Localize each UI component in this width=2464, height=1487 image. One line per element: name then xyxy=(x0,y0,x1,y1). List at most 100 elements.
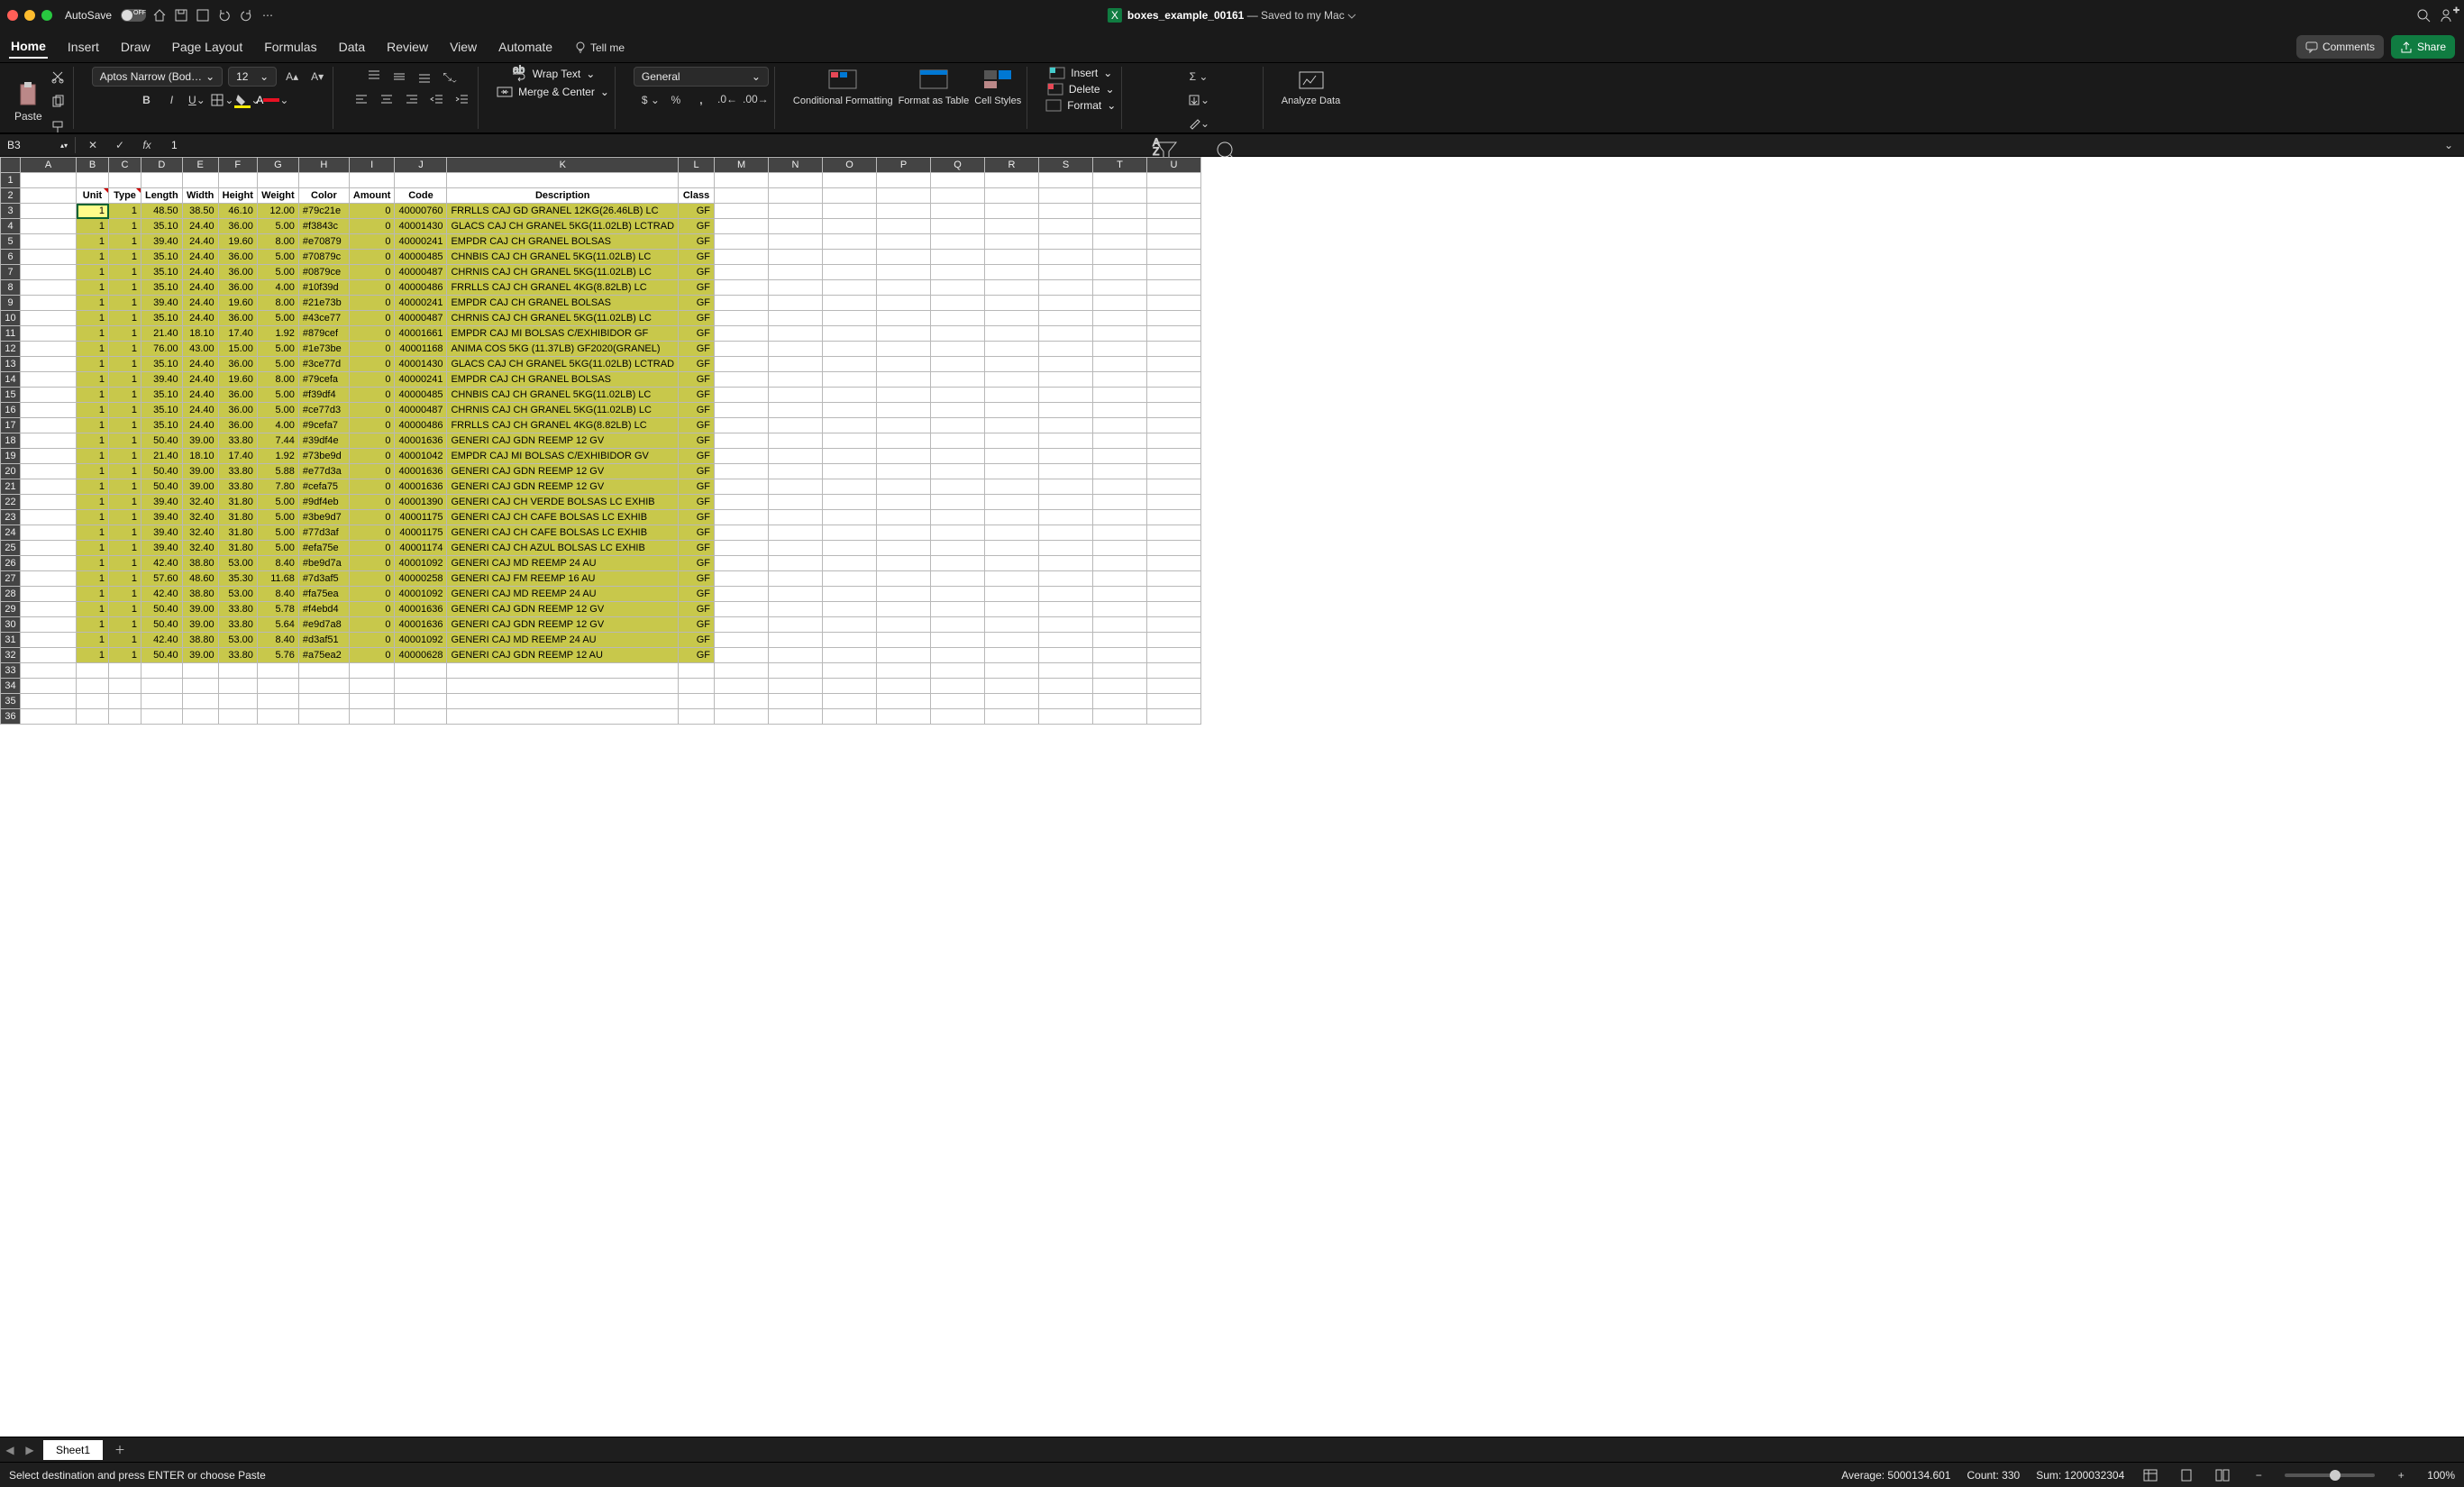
cell[interactable]: #10f39d xyxy=(298,280,349,296)
cell[interactable]: GF xyxy=(679,326,715,342)
cell[interactable]: 7.44 xyxy=(257,433,298,449)
cell[interactable] xyxy=(715,234,769,250)
cell[interactable] xyxy=(985,709,1039,725)
cell[interactable] xyxy=(715,173,769,188)
cell[interactable] xyxy=(1147,709,1201,725)
cell[interactable]: 8.00 xyxy=(257,234,298,250)
cell[interactable] xyxy=(1039,464,1093,479)
sheet-tab[interactable]: Sheet1 xyxy=(43,1440,103,1460)
percent-icon[interactable]: % xyxy=(666,90,686,110)
cell[interactable]: 15.00 xyxy=(218,342,257,357)
cell[interactable] xyxy=(823,694,877,709)
zoom-slider[interactable] xyxy=(2285,1473,2375,1477)
cell[interactable]: 1 xyxy=(77,388,109,403)
cell[interactable]: FRRLLS CAJ CH GRANEL 4KG(8.82LB) LC xyxy=(447,280,679,296)
cell[interactable]: 1 xyxy=(109,525,141,541)
cell[interactable]: 1 xyxy=(77,449,109,464)
cell[interactable]: 33.80 xyxy=(218,602,257,617)
cell[interactable]: 5.00 xyxy=(257,541,298,556)
cell[interactable] xyxy=(21,403,77,418)
cell[interactable] xyxy=(985,617,1039,633)
cell[interactable] xyxy=(769,311,823,326)
cell[interactable] xyxy=(877,219,931,234)
cell[interactable] xyxy=(823,633,877,648)
cell[interactable] xyxy=(1039,372,1093,388)
more-icon[interactable]: ⋯ xyxy=(260,7,276,23)
row-header[interactable]: 5 xyxy=(1,234,21,250)
cell[interactable] xyxy=(1093,479,1147,495)
fullscreen-icon[interactable] xyxy=(41,10,52,21)
cell[interactable] xyxy=(1093,694,1147,709)
cell[interactable] xyxy=(1039,571,1093,587)
cell[interactable] xyxy=(21,602,77,617)
cell[interactable] xyxy=(1147,188,1201,204)
cell[interactable] xyxy=(823,433,877,449)
cell[interactable] xyxy=(769,587,823,602)
cell[interactable] xyxy=(1039,525,1093,541)
cell[interactable] xyxy=(1147,663,1201,679)
cell[interactable]: 8.40 xyxy=(257,556,298,571)
cell[interactable]: 40001430 xyxy=(395,357,447,372)
row-header[interactable]: 18 xyxy=(1,433,21,449)
cell[interactable] xyxy=(931,326,985,342)
cell[interactable] xyxy=(141,694,183,709)
cell[interactable] xyxy=(985,326,1039,342)
cell[interactable]: 1 xyxy=(109,464,141,479)
increase-font-icon[interactable]: A▴ xyxy=(282,67,302,87)
cell[interactable]: 0 xyxy=(349,433,395,449)
row-header[interactable]: 8 xyxy=(1,280,21,296)
cell[interactable] xyxy=(823,679,877,694)
cell[interactable] xyxy=(21,219,77,234)
cell[interactable] xyxy=(349,173,395,188)
cell[interactable]: EMPDR CAJ MI BOLSAS C/EXHIBIDOR GF xyxy=(447,326,679,342)
cell[interactable] xyxy=(1093,234,1147,250)
cell[interactable] xyxy=(823,648,877,663)
cell[interactable]: 40000241 xyxy=(395,296,447,311)
cell[interactable]: 0 xyxy=(349,633,395,648)
decrease-indent-icon[interactable] xyxy=(427,90,447,110)
cell[interactable] xyxy=(931,633,985,648)
cell[interactable]: 0 xyxy=(349,648,395,663)
cell[interactable] xyxy=(1147,357,1201,372)
cell[interactable]: #21e73b xyxy=(298,296,349,311)
cell[interactable]: GENERI CAJ CH CAFE BOLSAS LC EXHIB xyxy=(447,525,679,541)
cell[interactable] xyxy=(877,418,931,433)
col-header[interactable]: R xyxy=(985,158,1039,173)
cell[interactable] xyxy=(1039,679,1093,694)
cell[interactable]: GF xyxy=(679,587,715,602)
cell[interactable]: 36.00 xyxy=(218,418,257,433)
cell[interactable] xyxy=(447,173,679,188)
cell[interactable]: 39.00 xyxy=(182,648,218,663)
cell[interactable] xyxy=(715,372,769,388)
cell[interactable]: 40000628 xyxy=(395,648,447,663)
cell[interactable] xyxy=(769,204,823,219)
cell[interactable] xyxy=(21,587,77,602)
cell[interactable] xyxy=(395,663,447,679)
cell[interactable]: 8.00 xyxy=(257,296,298,311)
cell[interactable]: 0 xyxy=(349,388,395,403)
cell[interactable] xyxy=(931,525,985,541)
cell[interactable] xyxy=(1093,250,1147,265)
cell[interactable]: CHRNIS CAJ CH GRANEL 5KG(11.02LB) LC xyxy=(447,311,679,326)
cell[interactable] xyxy=(21,510,77,525)
cell[interactable]: Width xyxy=(182,188,218,204)
cell[interactable] xyxy=(1093,326,1147,342)
cell[interactable] xyxy=(823,709,877,725)
row-header[interactable]: 31 xyxy=(1,633,21,648)
col-header[interactable]: M xyxy=(715,158,769,173)
cell[interactable] xyxy=(931,464,985,479)
cell[interactable] xyxy=(769,372,823,388)
cell[interactable]: 5.00 xyxy=(257,219,298,234)
border-icon[interactable]: ⌄ xyxy=(212,90,232,110)
cell[interactable]: 35.10 xyxy=(141,311,183,326)
zoom-out-icon[interactable]: − xyxy=(2249,1465,2268,1485)
cell[interactable]: 24.40 xyxy=(182,418,218,433)
cell[interactable] xyxy=(1039,296,1093,311)
col-header[interactable]: H xyxy=(298,158,349,173)
decrease-font-icon[interactable]: A▾ xyxy=(307,67,327,87)
people-icon[interactable]: + xyxy=(2441,7,2457,23)
cell[interactable]: Description xyxy=(447,188,679,204)
cell[interactable] xyxy=(823,464,877,479)
cell[interactable] xyxy=(931,449,985,464)
cell[interactable] xyxy=(931,694,985,709)
